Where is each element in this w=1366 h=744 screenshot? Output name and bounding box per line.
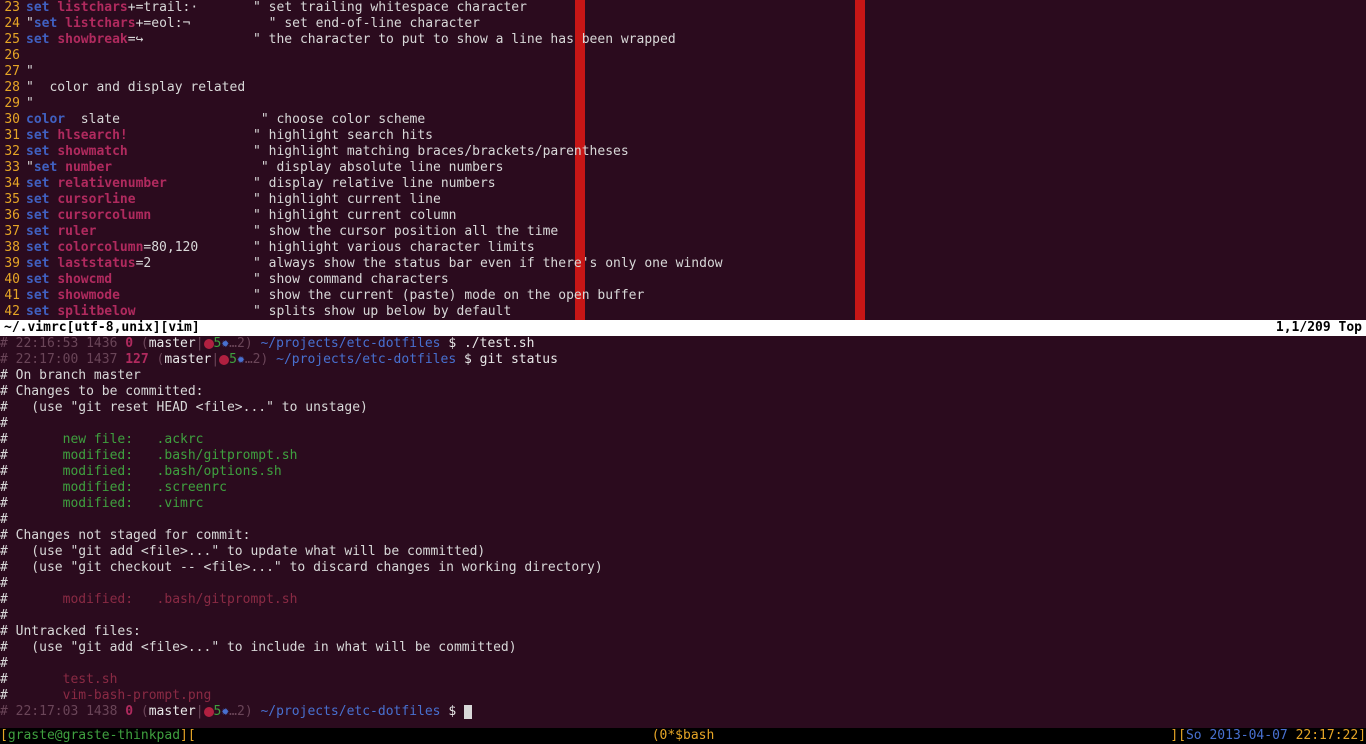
staged-file-line: # modified: .bash/options.sh	[0, 464, 1366, 480]
line-number: 23	[0, 0, 20, 16]
terminal-pane[interactable]: # 22:16:53 1436 0 (master|5✹…2) ~/projec…	[0, 336, 1366, 720]
vim-editor-pane[interactable]: 23 set listchars+=trail:· " set trailing …	[0, 0, 1366, 320]
code-content: set cursorline " highlight current line	[26, 192, 441, 208]
code-content: set relativenumber " display relative li…	[26, 176, 496, 192]
status-position: 1,1/209 Top	[1276, 320, 1362, 336]
line-number: 28	[0, 80, 20, 96]
line-number: 40	[0, 272, 20, 288]
output-line: #	[0, 416, 1366, 432]
code-content: set listchars+=trail:· " set trailing wh…	[26, 0, 527, 16]
line-number: 36	[0, 208, 20, 224]
hostname: graste@graste-thinkpad	[8, 728, 180, 744]
output-line: #	[0, 512, 1366, 528]
vim-line: 39 set laststatus=2 " always show the sta…	[0, 256, 1366, 272]
prompt-line: # 22:17:03 1438 0 (master|5✹…2) ~/projec…	[0, 704, 1366, 720]
unstaged-file-line: # modified: .bash/gitprompt.sh	[0, 592, 1366, 608]
code-content: set colorcolumn=80,120 " highlight vario…	[26, 240, 535, 256]
code-content: " color and display related	[26, 80, 245, 96]
output-line: # Untracked files:	[0, 624, 1366, 640]
vim-line: 41 set showmode " show the current (paste…	[0, 288, 1366, 304]
output-line: # (use "git reset HEAD <file>..." to uns…	[0, 400, 1366, 416]
code-content: set ruler " show the cursor position all…	[26, 224, 558, 240]
line-number: 24	[0, 16, 20, 32]
line-number: 34	[0, 176, 20, 192]
vim-line: 31 set hlsearch! " highlight search hits	[0, 128, 1366, 144]
vim-line: 37 set ruler " show the cursor position a…	[0, 224, 1366, 240]
code-content: "set listchars+=eol:¬ " set end-of-line …	[26, 16, 480, 32]
vim-line: 33 "set number " display absolute line nu…	[0, 160, 1366, 176]
vim-line: 32 set showmatch " highlight matching bra…	[0, 144, 1366, 160]
prompt-line: # 22:16:53 1436 0 (master|5✹…2) ~/projec…	[0, 336, 1366, 352]
screen-statusbar: [ graste@graste-thinkpad ][ (0*$bash ][ …	[0, 728, 1366, 744]
output-line: #	[0, 608, 1366, 624]
staged-file-line: # modified: .screenrc	[0, 480, 1366, 496]
staged-file-line: # modified: .vimrc	[0, 496, 1366, 512]
output-line: # Changes not staged for commit:	[0, 528, 1366, 544]
vim-line: 29 "	[0, 96, 1366, 112]
vim-line: 25 set showbreak=↪ " the character to put…	[0, 32, 1366, 48]
code-content: "	[26, 96, 34, 112]
code-content: "	[26, 64, 34, 80]
output-line: # Changes to be committed:	[0, 384, 1366, 400]
colorcolumn-120	[855, 0, 865, 320]
date: So 2013-04-07	[1186, 728, 1288, 744]
code-content: color slate " choose color scheme	[26, 112, 425, 128]
line-number: 29	[0, 96, 20, 112]
line-number: 37	[0, 224, 20, 240]
output-line: #	[0, 576, 1366, 592]
line-number: 27	[0, 64, 20, 80]
output-line: # (use "git add <file>..." to update wha…	[0, 544, 1366, 560]
unstaged-file-line: # test.sh	[0, 672, 1366, 688]
output-line: # On branch master	[0, 368, 1366, 384]
staged-file-line: # new file: .ackrc	[0, 432, 1366, 448]
code-content: set showmode " show the current (paste) …	[26, 288, 644, 304]
line-number: 32	[0, 144, 20, 160]
line-number: 39	[0, 256, 20, 272]
vim-line: 34 set relativenumber " display relative …	[0, 176, 1366, 192]
vim-line: 28 " color and display related	[0, 80, 1366, 96]
line-number: 26	[0, 48, 20, 64]
code-content: set showbreak=↪ " the character to put t…	[26, 32, 676, 48]
code-content: set splitbelow " splits show up below by…	[26, 304, 511, 320]
line-number: 33	[0, 160, 20, 176]
code-content: "set number " display absolute line numb…	[26, 160, 503, 176]
line-number: 25	[0, 32, 20, 48]
line-number: 35	[0, 192, 20, 208]
vim-line: 30 color slate " choose color scheme	[0, 112, 1366, 128]
status-file: ~/.vimrc[utf-8,unix][vim]	[4, 320, 200, 336]
staged-file-line: # modified: .bash/gitprompt.sh	[0, 448, 1366, 464]
line-number: 38	[0, 240, 20, 256]
vim-line: 40 set showcmd " show command characters	[0, 272, 1366, 288]
code-content: set hlsearch! " highlight search hits	[26, 128, 433, 144]
code-content: set cursorcolumn " highlight current col…	[26, 208, 456, 224]
vim-line: 35 set cursorline " highlight current lin…	[0, 192, 1366, 208]
line-number: 42	[0, 304, 20, 320]
code-content: set showcmd " show command characters	[26, 272, 449, 288]
vim-line: 26	[0, 48, 1366, 64]
vim-line: 38 set colorcolumn=80,120 " highlight var…	[0, 240, 1366, 256]
line-number: 31	[0, 128, 20, 144]
window-indicator: (0*$bash	[652, 728, 715, 744]
code-content: set laststatus=2 " always show the statu…	[26, 256, 723, 272]
code-content: set showmatch " highlight matching brace…	[26, 144, 629, 160]
prompt-line: # 22:17:00 1437 127 (master|5✹…2) ~/proj…	[0, 352, 1366, 368]
vim-line: 24 "set listchars+=eol:¬ " set end-of-lin…	[0, 16, 1366, 32]
line-number: 30	[0, 112, 20, 128]
output-line: # (use "git add <file>..." to include in…	[0, 640, 1366, 656]
line-number: 41	[0, 288, 20, 304]
output-line: #	[0, 656, 1366, 672]
output-line: # (use "git checkout -- <file>..." to di…	[0, 560, 1366, 576]
vim-line: 23 set listchars+=trail:· " set trailing …	[0, 0, 1366, 16]
colorcolumn-80	[575, 0, 585, 320]
clock: 22:17:22	[1296, 728, 1359, 744]
vim-line: 42 set splitbelow " splits show up below …	[0, 304, 1366, 320]
vim-line: 36 set cursorcolumn " highlight current c…	[0, 208, 1366, 224]
vim-statusline: ~/.vimrc[utf-8,unix][vim] 1,1/209 Top	[0, 320, 1366, 336]
unstaged-file-line: # vim-bash-prompt.png	[0, 688, 1366, 704]
vim-line: 27 "	[0, 64, 1366, 80]
